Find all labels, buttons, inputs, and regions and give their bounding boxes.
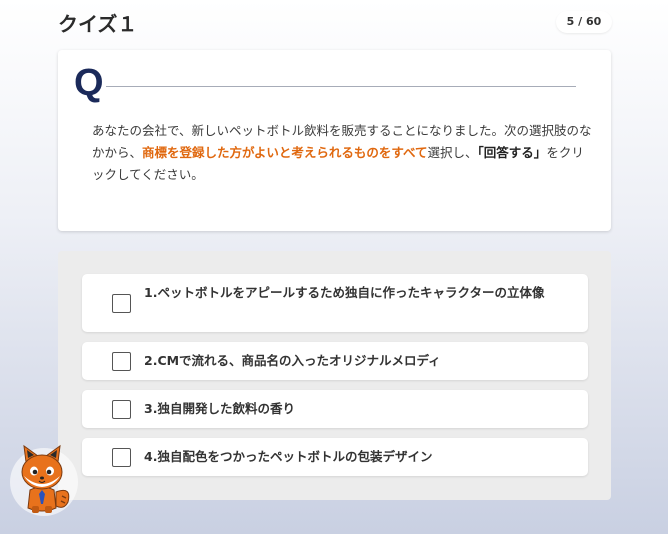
question-highlight: 商標を登録した方がよいと考えられるものをすべて (142, 145, 428, 160)
option-2-checkbox[interactable] (112, 352, 131, 371)
fox-mascot-drawing (21, 444, 70, 513)
fox-mascot-icon (10, 440, 78, 516)
progress-badge: 5 / 60 (556, 11, 612, 33)
question-card: Q あなたの会社で、新しいペットボトル飲料を販売することになりました。次の選択肢… (58, 50, 611, 231)
option-1-label: 1.ペットボトルをアピールするため独自に作ったキャラクターの立体像 (144, 285, 545, 300)
quiz-title: クイズ１ (58, 12, 138, 36)
q-mark: Q (74, 62, 104, 104)
option-2-label: 2.CMで流れる、商品名の入ったオリジナルメロディ (144, 353, 441, 368)
question-text: あなたの会社で、新しいペットボトル飲料を販売することになりました。次の選択肢のな… (92, 120, 592, 186)
question-emphasis: 「回答する」 (477, 145, 547, 160)
option-3-checkbox[interactable] (112, 400, 131, 419)
option-3[interactable]: 3.独自開発した飲料の香り (82, 390, 588, 428)
option-4-label: 4.独自配色をつかったペットボトルの包装デザイン (144, 449, 433, 464)
option-2[interactable]: 2.CMで流れる、商品名の入ったオリジナルメロディ (82, 342, 588, 380)
options-panel: 1.ペットボトルをアピールするため独自に作ったキャラクターの立体像 2.CMで流… (58, 251, 611, 500)
option-3-label: 3.独自開発した飲料の香り (144, 401, 295, 416)
option-1-checkbox[interactable] (112, 294, 131, 313)
q-divider (106, 86, 576, 87)
option-4-checkbox[interactable] (112, 448, 131, 467)
option-1[interactable]: 1.ペットボトルをアピールするため独自に作ったキャラクターの立体像 (82, 274, 588, 332)
option-4[interactable]: 4.独自配色をつかったペットボトルの包装デザイン (82, 438, 588, 476)
question-text-part2: 選択し、 (427, 145, 478, 160)
